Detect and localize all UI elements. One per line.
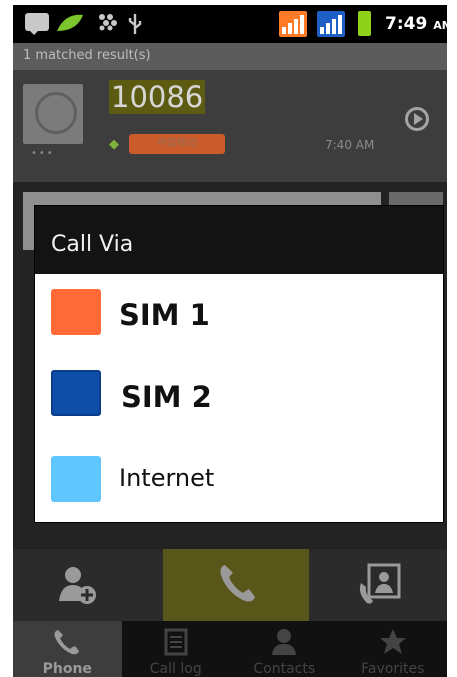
result-number: 10086 <box>109 80 206 114</box>
option-label: SIM 2 <box>121 380 212 414</box>
play-icon[interactable] <box>405 107 429 131</box>
keypad-peek <box>35 523 435 543</box>
call-log-icon <box>359 563 401 604</box>
phone-icon <box>54 630 79 655</box>
tab-label: Phone <box>42 661 92 677</box>
search-result-row[interactable]: ••• 10086 ◆ 中国移动 7:40 AM <box>13 70 447 182</box>
option-sim1[interactable]: SIM 1 <box>35 274 443 354</box>
internet-color-icon <box>51 456 101 502</box>
tab-label: Call log <box>149 661 202 677</box>
person-icon <box>272 629 296 655</box>
clock-time: 7:49 <box>385 14 428 34</box>
sim1-color-icon <box>51 289 101 335</box>
usb-icon <box>128 14 142 34</box>
sim2-signal-icon <box>317 11 345 37</box>
option-label: Internet <box>119 464 215 492</box>
option-internet[interactable]: Internet <box>35 438 443 518</box>
tab-label: Favorites <box>361 661 425 677</box>
incoming-call-icon: ◆ <box>109 137 119 152</box>
carrier-tag: 中国移动 <box>129 134 225 154</box>
dialog-title: Call Via <box>35 206 443 274</box>
battery-icon <box>358 11 371 36</box>
call-log-button[interactable] <box>309 549 447 621</box>
dialer-actions <box>13 549 447 621</box>
clock-ampm: AM <box>433 19 447 32</box>
tab-label: Contacts <box>253 661 316 677</box>
bottom-tab-bar: Phone Call log Contacts Favorites <box>13 621 447 677</box>
result-time: 7:40 AM <box>325 138 375 152</box>
option-label: SIM 1 <box>119 298 210 332</box>
tab-phone[interactable]: Phone <box>13 621 122 677</box>
status-bar: 7:49 AM <box>13 5 447 43</box>
tab-contacts[interactable]: Contacts <box>230 621 339 677</box>
add-contact-button[interactable] <box>13 549 163 621</box>
call-via-dialog: Call Via SIM 1 SIM 2 Internet <box>35 206 443 522</box>
star-icon <box>379 629 406 654</box>
tab-call-log[interactable]: Call log <box>122 621 231 677</box>
phone-icon <box>220 565 255 602</box>
add-contact-icon <box>59 567 96 604</box>
android-icon <box>57 14 83 31</box>
more-dots-icon: ••• <box>31 148 55 159</box>
message-icon <box>25 13 49 35</box>
tab-favorites[interactable]: Favorites <box>339 621 448 677</box>
sim2-color-icon <box>51 370 101 416</box>
list-icon <box>164 628 187 656</box>
blackberry-icon <box>99 14 117 31</box>
call-button[interactable] <box>163 549 309 621</box>
option-sim2[interactable]: SIM 2 <box>35 356 443 436</box>
matched-results-label: 1 matched result(s) <box>13 43 447 70</box>
contact-avatar[interactable] <box>23 84 83 144</box>
clock: 7:49 AM <box>385 14 447 34</box>
sim1-signal-icon <box>279 11 307 37</box>
phone-screen: 7:49 AM 1 matched result(s) ••• 10086 ◆ … <box>13 5 447 677</box>
